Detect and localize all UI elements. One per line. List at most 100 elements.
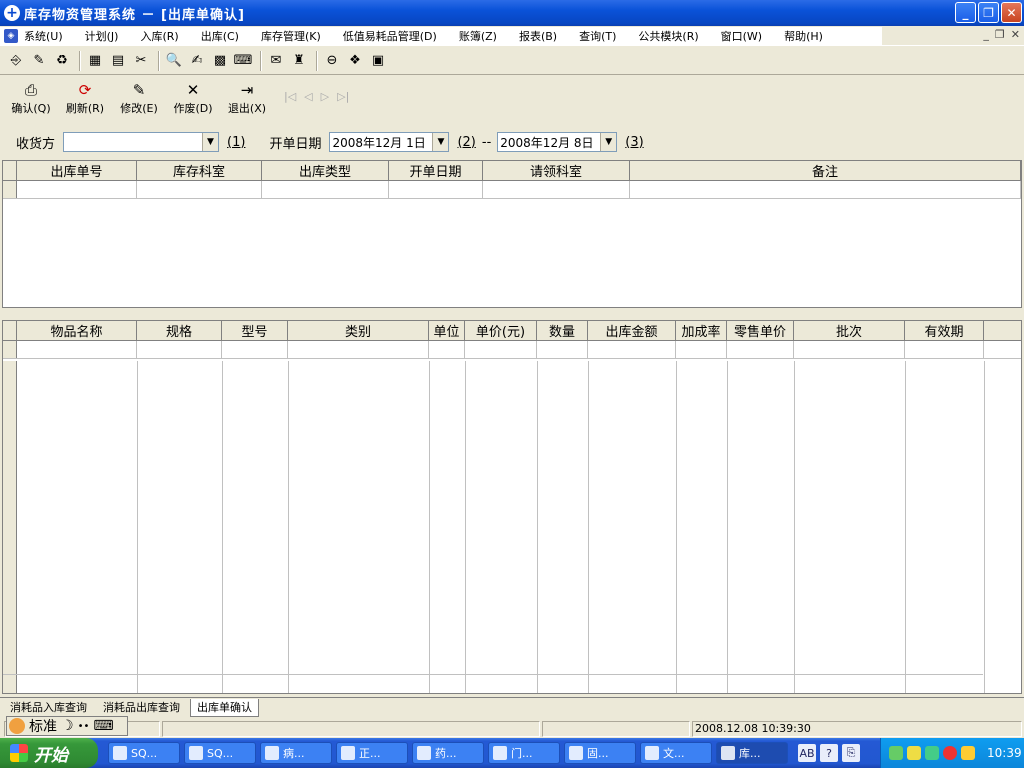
start-label: 开始	[34, 745, 68, 766]
col-unit[interactable]: 单位	[429, 321, 465, 340]
task-sq-1[interactable]: SQ...	[108, 742, 180, 764]
search-icon[interactable]: 🔍	[164, 51, 184, 71]
task-zheng[interactable]: 正...	[336, 742, 408, 764]
col-out-type[interactable]: 出库类型	[262, 161, 389, 180]
menu-inbound[interactable]: 入库(R)	[140, 28, 178, 44]
ime-mode[interactable]: 标准	[29, 716, 57, 736]
confirm-button[interactable]: ⎙ 确认(Q)	[4, 80, 58, 116]
stop-icon[interactable]	[943, 746, 957, 760]
col-batch[interactable]: 批次	[794, 321, 905, 340]
mdi-minimize-button[interactable]: _	[983, 28, 989, 41]
task-ku[interactable]: 库...	[716, 742, 788, 764]
task-sq-2[interactable]: SQ...	[184, 742, 256, 764]
chevron-down-icon[interactable]: ▼	[202, 133, 219, 151]
outbound-order-grid[interactable]: 出库单号 库存科室 出库类型 开单日期 请领科室 备注	[2, 160, 1022, 308]
network-icon[interactable]	[889, 746, 903, 760]
menu-system[interactable]: 系统(U)	[24, 28, 63, 44]
copy-icon[interactable]: ⎘	[842, 744, 860, 762]
menu-lowvalue[interactable]: 低值易耗品管理(D)	[343, 28, 437, 44]
menu-query[interactable]: 查询(T)	[579, 28, 616, 44]
menu-window[interactable]: 窗口(W)	[721, 28, 762, 44]
shield-icon[interactable]	[925, 746, 939, 760]
refresh-button[interactable]: ⟳ 刷新(R)	[58, 80, 112, 116]
col-stock-dept[interactable]: 库存科室	[137, 161, 262, 180]
menu-help[interactable]: 帮助(H)	[784, 28, 823, 44]
open-icon[interactable]: ⎆	[6, 51, 26, 71]
keyboard-icon[interactable]: ⌨	[93, 718, 113, 734]
task-yao[interactable]: 药...	[412, 742, 484, 764]
void-button[interactable]: ✕ 作废(D)	[166, 80, 220, 116]
col-spec[interactable]: 规格	[137, 321, 222, 340]
mail-icon[interactable]: ✉	[266, 51, 286, 71]
col-out-amount[interactable]: 出库金额	[588, 321, 676, 340]
ime-bar[interactable]: 标准 ☽ •• ⌨	[6, 716, 128, 736]
task-wen[interactable]: 文...	[640, 742, 712, 764]
menu-report[interactable]: 报表(B)	[519, 28, 557, 44]
col-order-no[interactable]: 出库单号	[17, 161, 137, 180]
date-from-picker[interactable]: 2008年12月 1日 ▼	[329, 132, 450, 152]
menu-inventory[interactable]: 库存管理(K)	[261, 28, 321, 44]
close-button[interactable]: ✕	[1001, 2, 1022, 23]
first-record-icon[interactable]: |◁	[284, 90, 296, 103]
keyboard-icon[interactable]: ⌨	[233, 51, 253, 71]
tab-outbound-confirm[interactable]: 出库单确认	[190, 699, 259, 717]
col-expiry[interactable]: 有效期	[905, 321, 984, 340]
menu-app-icon[interactable]: ◈	[4, 28, 18, 43]
moon-icon[interactable]: ☽	[61, 718, 74, 734]
tab-outbound-query[interactable]: 消耗品出库查询	[97, 699, 186, 717]
edit-icon[interactable]: ✎	[29, 51, 49, 71]
col-unit-price[interactable]: 单价(元)	[465, 321, 537, 340]
col-request-dept[interactable]: 请领科室	[483, 161, 630, 180]
list-icon[interactable]: ▤	[108, 51, 128, 71]
cut-icon[interactable]: ✂	[131, 51, 151, 71]
last-record-icon[interactable]: ▷|	[337, 90, 349, 103]
book-icon[interactable]: ❖	[345, 51, 365, 71]
col-model[interactable]: 型号	[222, 321, 288, 340]
col-quantity[interactable]: 数量	[537, 321, 588, 340]
window-icon[interactable]: ▣	[368, 51, 388, 71]
quick-ab-icon[interactable]: AB	[798, 744, 816, 762]
write-icon[interactable]: ✍	[187, 51, 207, 71]
help-icon[interactable]: ?	[820, 744, 838, 762]
menu-plan[interactable]: 计划(J)	[85, 28, 119, 44]
col-category[interactable]: 类别	[288, 321, 429, 340]
exit-button[interactable]: ⇥ 退出(X)	[220, 80, 274, 116]
table-row[interactable]	[3, 341, 1021, 359]
col-markup-rate[interactable]: 加成率	[676, 321, 727, 340]
col-open-date[interactable]: 开单日期	[389, 161, 483, 180]
mdi-restore-button[interactable]: ❐	[995, 28, 1005, 41]
next-record-icon[interactable]: ▷	[321, 90, 329, 103]
grid-icon[interactable]: ▦	[85, 51, 105, 71]
mdi-close-button[interactable]: ✕	[1011, 28, 1020, 41]
menu-outbound[interactable]: 出库(C)	[201, 28, 239, 44]
task-gu[interactable]: 固...	[564, 742, 636, 764]
col-item-name[interactable]: 物品名称	[17, 321, 137, 340]
col-remark[interactable]: 备注	[630, 161, 1021, 180]
table-row[interactable]	[3, 181, 1021, 199]
chevron-down-icon[interactable]: ▼	[600, 133, 617, 151]
task-bing[interactable]: 病...	[260, 742, 332, 764]
chevron-down-icon[interactable]: ▼	[432, 133, 449, 151]
item-detail-grid[interactable]: 物品名称 规格 型号 类别 单位 单价(元) 数量 出库金额 加成率 零售单价 …	[2, 320, 1022, 694]
toolbar-separator	[158, 50, 160, 71]
minus-circle-icon[interactable]: ⊖	[322, 51, 342, 71]
start-button[interactable]: 开始	[0, 738, 98, 768]
menu-ledger[interactable]: 账簿(Z)	[459, 28, 497, 44]
prev-record-icon[interactable]: ◁	[304, 90, 312, 103]
restore-button[interactable]: ❐	[978, 2, 999, 23]
punctuation-icon[interactable]: ••	[78, 721, 90, 732]
date-to-picker[interactable]: 2008年12月 8日 ▼	[497, 132, 618, 152]
minimize-button[interactable]: _	[955, 2, 976, 23]
recycle-icon[interactable]: ♻	[52, 51, 72, 71]
pencil-icon[interactable]	[961, 746, 975, 760]
modify-button[interactable]: ✎ 修改(E)	[112, 80, 166, 116]
thermometer-icon[interactable]: ♜	[289, 51, 309, 71]
receiver-combo[interactable]: ▼	[63, 132, 220, 152]
ime-tray-icon[interactable]	[907, 746, 921, 760]
ime-logo-icon[interactable]	[9, 718, 25, 734]
col-retail-price[interactable]: 零售单价	[727, 321, 794, 340]
calculator-icon[interactable]: ▩	[210, 51, 230, 71]
menu-common[interactable]: 公共模块(R)	[638, 28, 698, 44]
task-men[interactable]: 门...	[488, 742, 560, 764]
tab-inbound-query[interactable]: 消耗品入库查询	[4, 699, 93, 717]
